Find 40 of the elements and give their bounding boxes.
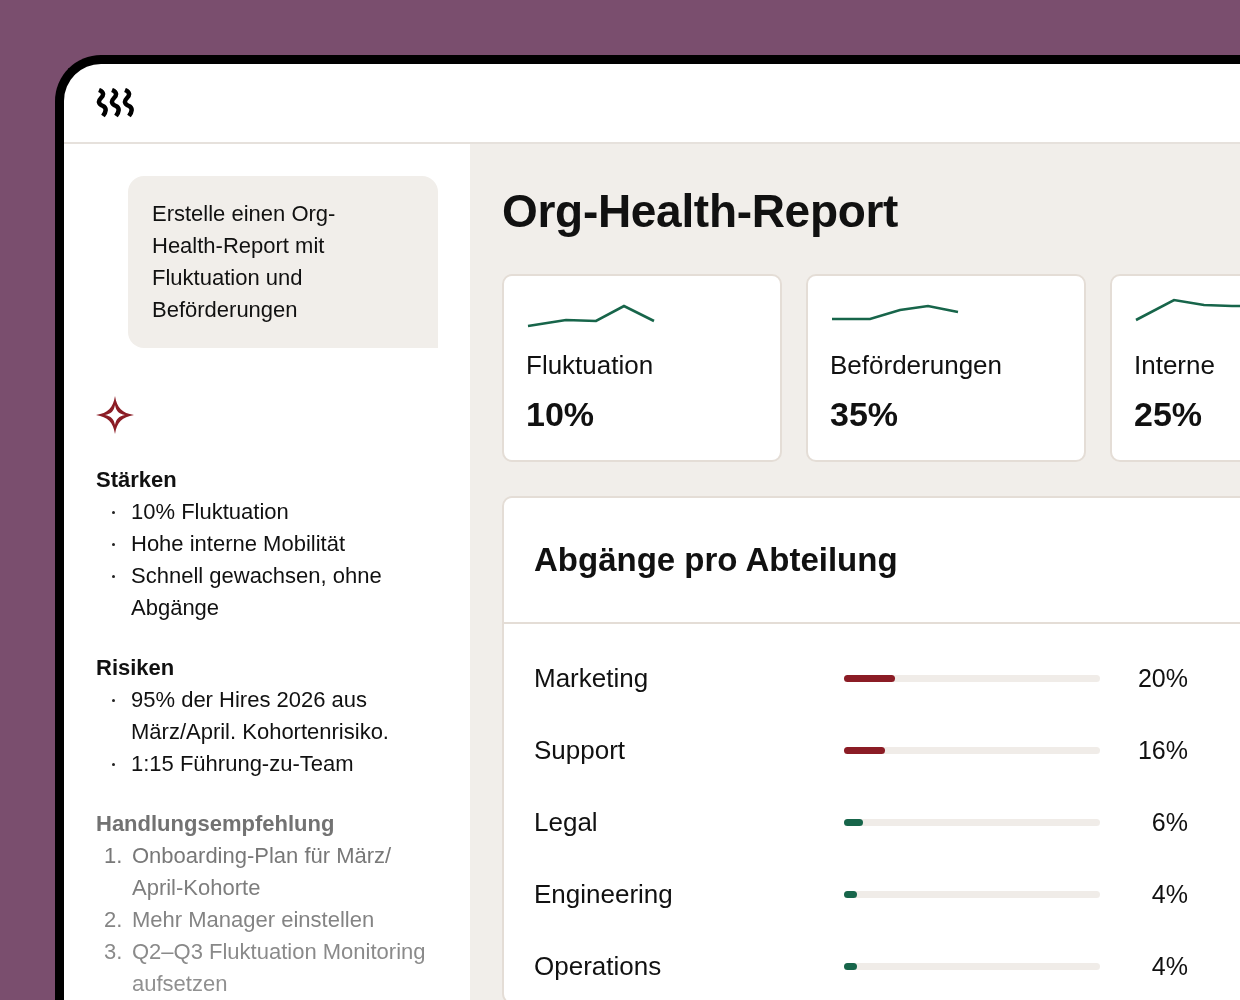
bullet-icon (112, 699, 115, 702)
percentage: 6% (1150, 807, 1188, 837)
metric-value: 25% (1134, 395, 1204, 434)
percentage: 4% (1150, 951, 1188, 981)
metric-value: 10% (526, 395, 596, 434)
bullet-icon (112, 511, 115, 514)
bullet-icon (112, 543, 115, 546)
sparkle-icon (96, 396, 134, 434)
metric-label: Beförderungen (830, 350, 1004, 381)
percentage: 4% (1150, 879, 1188, 909)
panel-title: Abgänge pro Abteilung (534, 541, 898, 579)
logo-icon (96, 88, 134, 118)
metric-label: Fluktuation (526, 350, 655, 381)
metric-label: Interne (1134, 350, 1216, 381)
list-item: 1:15 Führung-zu-Team (131, 750, 355, 778)
percentage: 20% (1136, 663, 1188, 693)
report-title: Org-Health-Report (502, 184, 900, 238)
section-heading: Risiken (96, 654, 176, 682)
list-number: 3. (104, 938, 124, 966)
list-item: Hohe interne Mobilität (131, 530, 346, 558)
department-name: Legal (534, 806, 599, 838)
percentage: 16% (1136, 735, 1188, 765)
department-name: Support (534, 734, 627, 766)
list-item: Onboarding-Plan für März/ April-Kohorte (132, 842, 393, 902)
list-item: 10% Fluktuation (131, 498, 290, 526)
list-number: 2. (104, 906, 124, 934)
list-item: Mehr Manager einstellen (132, 906, 376, 934)
list-item: Schnell gewachsen, ohne Abgänge (131, 562, 383, 622)
prompt-message: Erstelle einen Org-Health-Report mit Fluktuation und Beförderungen (128, 176, 438, 348)
list-item: 95% der Hires 2026 aus März/April. Kohortenrisiko. (131, 686, 390, 746)
department-name: Operations (534, 950, 663, 982)
metric-value: 35% (830, 395, 900, 434)
section-heading: Handlungsempfehlung (96, 810, 336, 838)
list-item: Q2–Q3 Fluktuation Monitoring aufsetzen (132, 938, 427, 998)
department-name: Engineering (534, 878, 674, 910)
bullet-icon (112, 763, 115, 766)
department-name: Marketing (534, 662, 650, 694)
list-number: 1. (104, 842, 124, 870)
bullet-icon (112, 575, 115, 578)
section-heading: Stärken (96, 466, 178, 494)
